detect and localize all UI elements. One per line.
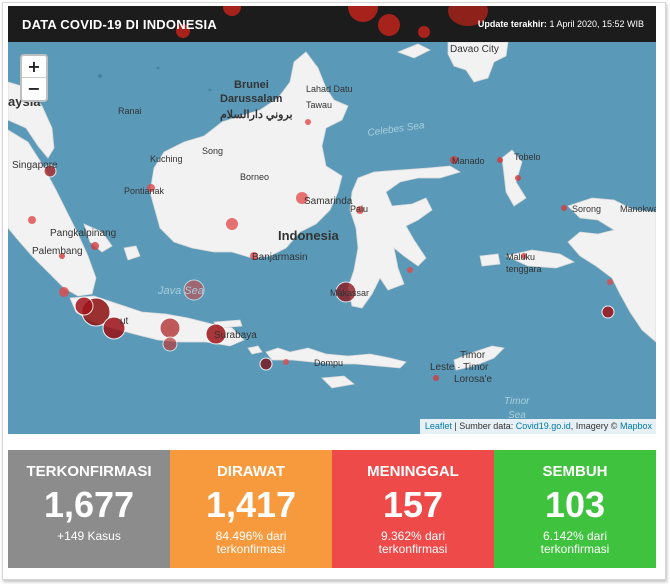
map-label: tenggara [506, 264, 542, 274]
map-label: Palu [350, 204, 368, 214]
covid-map[interactable]: Davao City Brunei Darussalam بروني دارال… [8, 42, 656, 434]
land-papua [567, 197, 656, 343]
map-label: Singapore [12, 160, 58, 171]
header-decoration [378, 14, 400, 36]
case-marker [305, 119, 311, 125]
stat-value: 1,417 [205, 484, 297, 525]
map-label: Manado [452, 156, 485, 166]
case-marker [159, 317, 181, 339]
stat-subtext: 6.142% dari terkonfirmasi [540, 529, 610, 556]
stat-recovered: SEMBUH 103 6.142% dari terkonfirmasi [494, 450, 656, 568]
header-bar: DATA COVID-19 DI INDONESIA Update terakh… [8, 6, 656, 42]
map-label: Tobelo [514, 152, 541, 162]
update-value: 1 April 2020, 15:52 WIB [549, 19, 644, 29]
land-sumba [321, 375, 355, 389]
map-label: Samarinda [304, 196, 353, 207]
stat-label: DIRAWAT [216, 463, 286, 480]
map-label: Dompu [314, 358, 343, 368]
last-update: Update terakhir: 1 April 2020, 15:52 WIB [478, 19, 644, 29]
stat-confirmed: TERKONFIRMASI 1,677 +149 Kasus [8, 450, 170, 568]
zoom-out-button[interactable]: − [22, 78, 46, 100]
stat-value: 103 [544, 484, 606, 525]
map-label: بروني دارالسلام [220, 109, 293, 122]
header-decoration [418, 26, 430, 38]
map-label: Kuching [150, 154, 183, 164]
stat-subtext: +149 Kasus [57, 529, 121, 543]
land-buru [479, 253, 501, 267]
map-label: Celebes Sea [367, 120, 426, 139]
mapbox-link[interactable]: Mapbox [620, 421, 652, 431]
land-sulawesi [347, 165, 461, 309]
case-marker [515, 175, 521, 181]
map-label: Brunei [234, 79, 269, 91]
stats-panel: TERKONFIRMASI 1,677 +149 Kasus DIRAWAT 1… [8, 450, 656, 568]
zoom-in-button[interactable]: + [22, 56, 46, 78]
map-attribution: Leaflet | Sumber data: Covid19.go.id, Im… [419, 419, 656, 434]
map-canvas[interactable]: Davao City Brunei Darussalam بروني دارال… [8, 42, 656, 434]
case-marker [259, 357, 273, 371]
stat-value: 1,677 [43, 484, 135, 525]
case-marker [561, 205, 567, 211]
case-marker [226, 218, 238, 230]
page-title: DATA COVID-19 DI INDONESIA [22, 17, 217, 32]
map-label: Davao City [450, 44, 499, 55]
stat-deaths: MENINGGAL 157 9.362% dari terkonfirmasi [332, 450, 494, 568]
case-marker [407, 267, 413, 273]
map-label: Lahad Datu [306, 84, 353, 94]
land-sumatra [8, 129, 97, 297]
map-label: Palembang [32, 246, 83, 257]
stat-label: TERKONFIRMASI [26, 463, 152, 480]
map-label: ut [120, 316, 129, 327]
case-marker [59, 287, 69, 297]
stat-label: SEMBUH [542, 463, 608, 480]
stat-treated: DIRAWAT 1,417 84.496% dari terkonfirmasi [170, 450, 332, 568]
case-marker [162, 336, 178, 352]
map-label: Leste · Timor [430, 362, 489, 373]
map-label: Timor [504, 396, 530, 407]
case-marker [283, 359, 289, 365]
map-label: Sorong [572, 204, 601, 214]
case-marker [601, 305, 615, 319]
map-label: Tawau [306, 100, 332, 110]
header-decoration [348, 6, 378, 22]
stat-subtext: 84.496% dari terkonfirmasi [215, 529, 287, 556]
source-link[interactable]: Covid19.go.id [516, 421, 571, 431]
map-label: Banjarmasin [252, 252, 308, 263]
case-marker [497, 157, 503, 163]
stat-subtext: 9.362% dari terkonfirmasi [378, 529, 448, 556]
map-label: Darussalam [220, 93, 283, 105]
case-marker [607, 279, 613, 285]
map-label: Manokwari [620, 204, 656, 214]
land-sulu [396, 43, 431, 59]
map-label: Surabaya [214, 330, 257, 341]
land-bali [247, 345, 263, 355]
zoom-control: + − [20, 54, 48, 102]
case-marker [433, 375, 439, 381]
leaflet-link[interactable]: Leaflet [425, 421, 452, 431]
case-marker [91, 242, 99, 250]
map-label: Indonesia [278, 228, 339, 243]
map-label: Song [202, 146, 223, 156]
map-label: Makassar [330, 288, 369, 298]
update-label: Update terakhir: [477, 19, 547, 29]
header-decoration [223, 6, 241, 16]
map-label: Maluku [506, 252, 535, 262]
case-marker [28, 216, 36, 224]
map-label: Timor [460, 350, 486, 361]
stat-value: 157 [382, 484, 444, 525]
case-marker [74, 296, 94, 316]
map-label: Pangkalpinang [50, 228, 116, 239]
source-label: | Sumber data: [454, 421, 514, 431]
map-label: Pontianak [124, 186, 165, 196]
stat-label: MENINGGAL [367, 463, 459, 480]
imagery-label: , Imagery © [570, 421, 618, 431]
map-label: Ranai [118, 106, 142, 116]
land-belitung [123, 245, 141, 261]
map-label: Borneo [240, 172, 269, 182]
map-label: Java Sea [157, 285, 204, 297]
map-label: Lorosa'e [454, 374, 492, 385]
